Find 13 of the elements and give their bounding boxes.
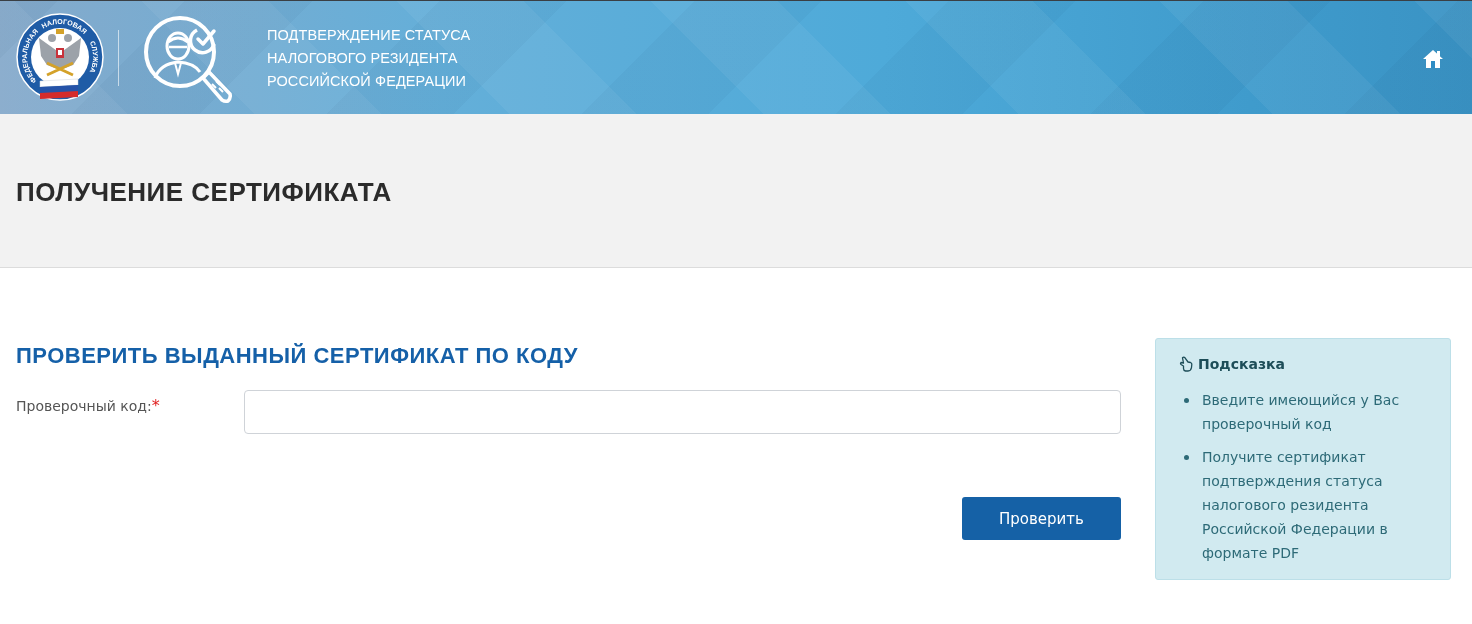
hint-text: Получите сертификат подтверждения статуса налогового резидента Российской Федерации в формате PDF [1202, 448, 1389, 563]
bullet-icon [1184, 398, 1189, 403]
hint-title: Подсказка [1198, 355, 1285, 374]
field-label: Проверочный код:* [16, 395, 161, 416]
hand-pointer-icon [1179, 356, 1193, 372]
bullet-icon [1184, 455, 1189, 460]
page-title: ПОЛУЧЕНИЕ СЕРТИФИКАТА [16, 175, 392, 208]
header-title: ПОДТВЕРЖДЕНИЕ СТАТУСА НАЛОГОВОГО РЕЗИДЕНТА РОССИЙСКОЙ ФЕДЕРАЦИИ [267, 26, 471, 91]
check-button[interactable]: Проверить [962, 497, 1121, 540]
code-input[interactable] [244, 390, 1121, 434]
hint-text: Введите имеющийся у Вас проверочный код [1202, 391, 1401, 434]
home-icon[interactable] [1422, 48, 1444, 69]
section-heading: ПРОВЕРИТЬ ВЫДАННЫЙ СЕРТИФИКАТ ПО КОДУ [16, 342, 579, 370]
